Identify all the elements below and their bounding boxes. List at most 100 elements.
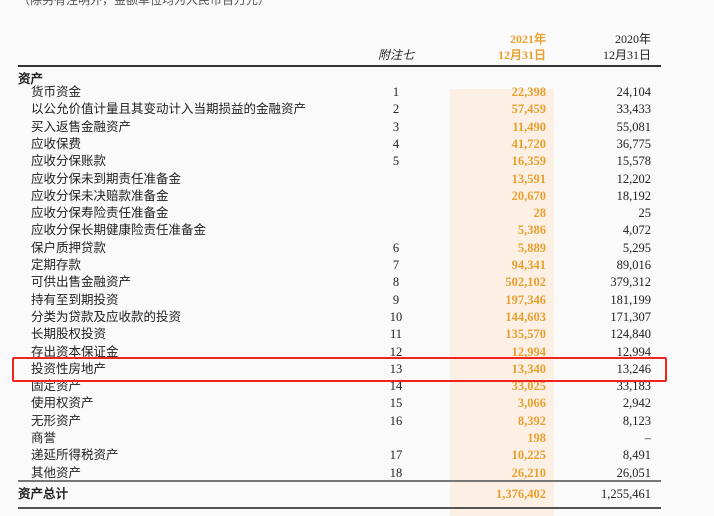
row-2021: 5,889 [517,240,546,255]
row-2020: 2,942 [622,396,651,411]
row-2021: 16,359 [511,154,546,169]
row-2021: 502,102 [505,275,546,290]
table-row: 递延所得税资产 17 10,225 8,491 [0,447,714,464]
row-2020: 15,578 [616,154,651,169]
row-2021: 5,386 [517,223,546,238]
total-2021: 1,376,402 [496,487,546,501]
row-label: 应收保费 [31,136,82,151]
row-note: 15 [389,396,403,411]
highlight-box [12,357,667,382]
row-2021: 198 [527,431,546,445]
table-row: 货币资金 1 22,398 24,104 [0,84,714,101]
row-2021: 144,603 [505,309,546,324]
row-2021: 8,392 [517,413,546,428]
row-2020: 55,081 [616,119,651,134]
table-row: 应收分保未决赔款准备金 20,670 18,192 [0,188,714,205]
row-label: 分类为贷款及应收款的投资 [31,309,182,324]
total-bottom-rule [18,507,661,509]
row-label: 应收分保寿险责任准备金 [31,206,169,221]
row-2020: 24,104 [616,85,651,99]
total-top-rule [18,480,661,482]
row-2021: 11,490 [512,119,546,134]
row-label: 定期存款 [31,258,82,272]
row-note: 5 [392,154,400,169]
row-2020: 36,775 [616,136,651,151]
row-note: 10 [389,309,403,324]
table-row: 持有至到期投资 9 197,346 181,199 [0,292,714,309]
table-row: 分类为贷款及应收款的投资 10 144,603 171,307 [0,309,714,326]
row-label: 保户质押贷款 [31,240,107,255]
row-2021: 57,459 [511,102,546,117]
unit-note: （除另有注明外，金额单位均为人民币百万元） [18,0,271,7]
row-note: 4 [392,136,400,151]
row-note: 6 [392,240,400,255]
row-note: 7 [392,258,400,272]
table-row: 使用权资产 15 3,066 2,942 [0,395,714,412]
row-2020: 124,840 [610,327,651,342]
total-2020: 1,255,461 [601,487,651,501]
row-note: 2 [392,102,400,117]
row-2020: 8,123 [622,413,651,428]
row-2020: 33,433 [616,102,651,117]
row-label: 持有至到期投资 [31,292,119,307]
row-label: 使用权资产 [31,396,94,411]
row-2020: 5,295 [622,240,651,255]
row-label: 递延所得税资产 [31,448,119,463]
row-2021: 135,570 [505,327,546,342]
table-row: 应收分保未到期责任准备金 13,591 12,202 [0,171,714,188]
row-note: 1 [392,85,400,99]
row-note: 11 [389,327,403,342]
row-2021: 94,341 [511,258,546,272]
row-2021: 22,398 [511,85,546,99]
row-2021: 13,591 [511,171,546,186]
row-2021: 28 [533,206,547,221]
row-note: 16 [389,413,403,428]
header-2021-date: 12月31日 [497,48,546,62]
row-2020: 25 [638,206,652,221]
table-row: 应收分保长期健康险责任准备金 5,386 4,072 [0,222,714,239]
row-label: 可供出售金融资产 [31,275,132,290]
row-label: 应收分保未到期责任准备金 [31,171,182,186]
row-2021: 197,346 [505,292,546,307]
row-2020: 181,199 [610,292,651,307]
table-row: 定期存款 7 94,341 89,016 [0,257,714,274]
row-label: 应收分保长期健康险责任准备金 [31,223,207,238]
row-note: 3 [392,119,400,134]
table-row: 应收分保寿险责任准备金 28 25 [0,205,714,222]
table-row: 应收分保账款 5 16,359 15,578 [0,153,714,170]
row-2021: 41,720 [511,136,546,151]
row-note: 17 [389,448,403,463]
table-row: 保户质押贷款 6 5,889 5,295 [0,240,714,257]
table-row: 买入返售金融资产 3 11,490 55,081 [0,119,714,136]
row-note: 8 [392,275,400,290]
header-rule [18,65,661,67]
header-note-col: 附注七 [377,48,414,62]
table-row: 应收保费 4 41,720 36,775 [0,136,714,153]
row-2020: 18,192 [616,188,651,203]
row-note: 9 [392,292,400,307]
row-2020: 89,016 [616,258,651,272]
total-label: 资产总计 [18,487,69,501]
row-2020: 4,072 [622,223,651,238]
row-label: 货币资金 [31,85,82,99]
row-label: 长期股权投资 [31,327,107,342]
total-row: 资产总计 1,376,402 1,255,461 [0,485,714,503]
table-row: 商誉 198 – [0,430,714,447]
row-label: 以公允价值计量且其变动计入当期损益的金融资产 [31,102,307,117]
header-2020-date: 12月31日 [602,48,651,62]
table-row: 以公允价值计量且其变动计入当期损益的金融资产 2 57,459 33,433 [0,101,714,118]
row-label: 无形资产 [31,413,82,428]
row-2021: 3,066 [517,396,546,411]
table-row: 无形资产 16 8,392 8,123 [0,413,714,430]
header-2021-year: 2021年 [509,32,546,46]
row-2020: 8,491 [622,448,651,463]
table-row: 可供出售金融资产 8 502,102 379,312 [0,274,714,291]
row-2020: 379,312 [610,275,651,290]
row-label: 买入返售金融资产 [31,119,132,134]
row-label: 应收分保账款 [31,154,107,169]
header-2020-year: 2020年 [614,32,651,46]
row-2021: 10,225 [511,448,546,463]
row-label: 应收分保未决赔款准备金 [31,188,169,203]
row-2020: – [644,431,651,445]
row-2021: 20,670 [511,188,546,203]
